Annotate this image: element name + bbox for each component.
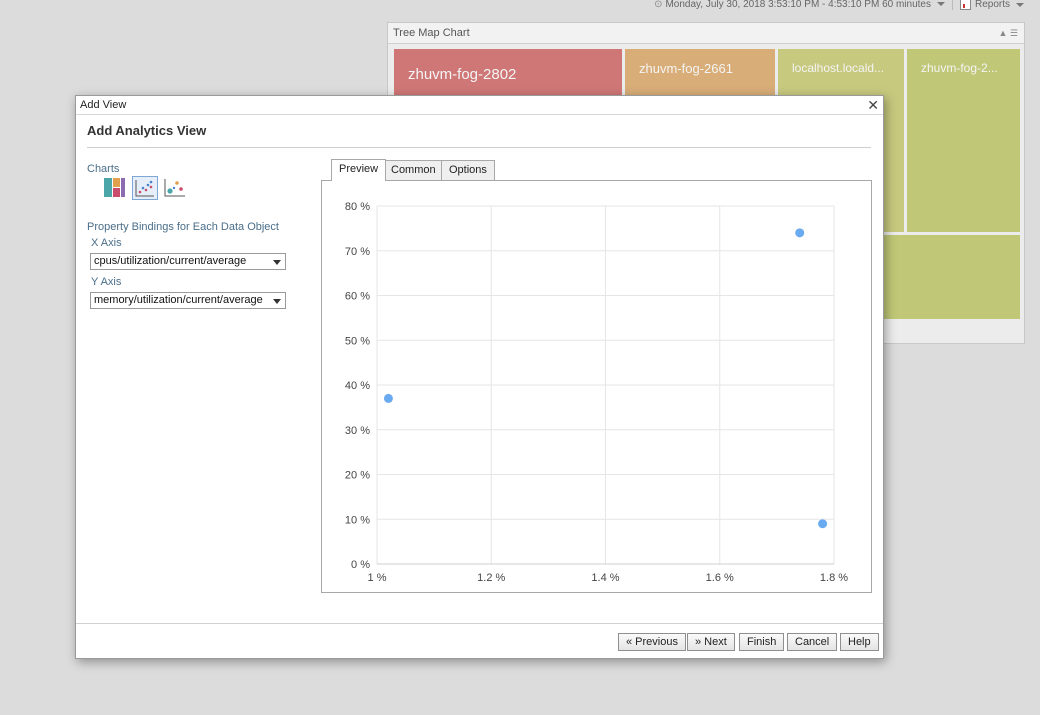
divider [87, 147, 871, 148]
data-point [383, 393, 393, 403]
x-axis-value: cpus/utilization/current/average [94, 255, 247, 267]
y-tick-label: 60 % [345, 291, 370, 303]
collapse-icon[interactable]: ▲ [998, 28, 1007, 38]
x-tick-label: 1.6 % [706, 572, 734, 584]
chevron-down-icon [273, 299, 281, 304]
next-button[interactable]: » Next [687, 633, 735, 651]
x-tick-label: 1.2 % [477, 572, 505, 584]
dialog-window-title: Add View [80, 99, 127, 111]
y-axis-select[interactable]: memory/utilization/current/average [90, 292, 286, 309]
tab-preview[interactable]: Preview [331, 159, 387, 181]
tree-map-title: Tree Map Chart [393, 27, 470, 39]
dialog-heading: Add Analytics View [87, 123, 207, 138]
y-tick-label: 40 % [345, 380, 370, 392]
property-bindings-label: Property Bindings for Each Data Object [87, 221, 279, 233]
time-range-icon: ⊙ [654, 0, 663, 10]
chevron-down-icon [1016, 2, 1024, 7]
x-axis-select[interactable]: cpus/utilization/current/average [90, 253, 286, 270]
data-point [818, 519, 828, 529]
time-range-selector[interactable]: ⊙ Monday, July 30, 2018 3:53:10 PM - 4:53… [654, 0, 945, 10]
add-view-dialog: Add View ✕ Add Analytics View Charts Pro… [75, 95, 884, 659]
x-tick-label: 1 % [368, 572, 387, 584]
scatter-chart-icon [135, 180, 154, 197]
y-tick-label: 0 % [351, 559, 370, 571]
cancel-button[interactable]: Cancel [787, 633, 838, 651]
x-axis-label: X Axis [91, 237, 122, 249]
help-button[interactable]: Help [840, 633, 879, 651]
previous-button[interactable]: « Previous [618, 633, 686, 651]
y-tick-label: 80 % [345, 201, 370, 213]
x-tick-label: 1.8 % [820, 572, 848, 584]
dialog-titlebar: Add View ✕ [76, 96, 883, 115]
y-axis-value: memory/utilization/current/average [94, 294, 263, 306]
panel-menu-icon[interactable]: ☰ [1010, 28, 1018, 38]
y-axis-label: Y Axis [91, 276, 122, 288]
divider [76, 623, 883, 624]
scatter-chart-button[interactable] [132, 176, 158, 200]
y-tick-label: 30 % [345, 425, 370, 437]
tab-common[interactable]: Common [383, 160, 444, 180]
bubble-chart-icon [164, 179, 185, 197]
treemap-cell[interactable]: zhuvm-fog-2... [907, 49, 1020, 232]
y-tick-label: 70 % [345, 246, 370, 258]
scatter-chart: 0 % 10 % 20 % 30 % 40 % 50 % 60 % 70 % 80 % 1 % 1.… [345, 201, 848, 584]
charts-label: Charts [87, 163, 120, 175]
treemap-chart-icon [104, 178, 125, 197]
y-tick-label: 50 % [345, 335, 370, 347]
bubble-chart-button[interactable] [162, 176, 188, 200]
y-tick-label: 20 % [345, 470, 370, 482]
close-icon[interactable]: ✕ [867, 96, 879, 114]
y-tick-label: 10 % [345, 514, 370, 526]
divider [952, 0, 953, 10]
tab-options[interactable]: Options [441, 160, 495, 180]
preview-panel: 0 % 10 % 20 % 30 % 40 % 50 % 60 % 70 % 80 % 1 % 1.… [321, 180, 872, 593]
panel-tools[interactable]: ▲ ☰ [998, 23, 1018, 43]
reports-menu[interactable]: Reports [959, 0, 1024, 11]
time-range-text: Monday, July 30, 2018 3:53:10 PM - 4:53:… [665, 0, 931, 10]
finish-button[interactable]: Finish [739, 633, 785, 651]
x-tick-label: 1.4 % [591, 572, 619, 584]
reports-icon [959, 0, 971, 10]
chevron-down-icon [937, 2, 945, 7]
treemap-chart-button[interactable] [102, 176, 128, 200]
chevron-down-icon [273, 260, 281, 265]
reports-label: Reports [974, 0, 1010, 11]
tree-map-header: Tree Map Chart ▲ ☰ [388, 23, 1024, 44]
data-point [795, 228, 805, 238]
